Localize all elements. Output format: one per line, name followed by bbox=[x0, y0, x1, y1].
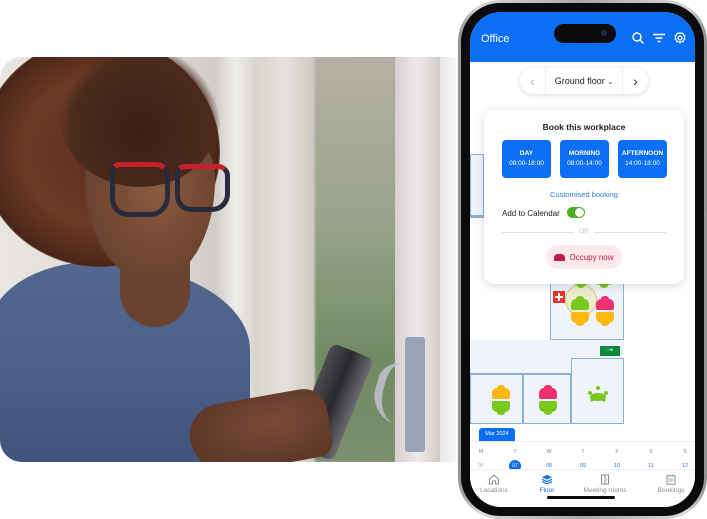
desk-reserved[interactable] bbox=[596, 312, 614, 326]
desk-selected-available[interactable] bbox=[571, 296, 589, 310]
glasses-right-lens bbox=[175, 164, 230, 212]
chevron-down-icon: ⌄ bbox=[607, 79, 614, 86]
home-indicator[interactable] bbox=[547, 496, 615, 499]
filter-icon[interactable] bbox=[652, 31, 666, 45]
customised-booking-link[interactable]: Customised booking bbox=[484, 190, 684, 199]
tab-meeting-rooms[interactable]: Meeting rooms bbox=[580, 474, 630, 494]
day-cell[interactable]: F 10 bbox=[607, 442, 627, 472]
booking-card: Book this workplace DAY 08:00-18:00 MORN… bbox=[484, 110, 684, 284]
desk-available[interactable] bbox=[539, 401, 557, 415]
month-label[interactable]: Mar 2024 bbox=[479, 428, 515, 441]
occupy-icon bbox=[554, 253, 566, 261]
tab-bookings[interactable]: Bookings bbox=[654, 474, 688, 494]
day-cell-selected[interactable]: T 07 bbox=[505, 442, 525, 472]
floor-selector: ‹ Ground floor ⌄ › bbox=[520, 68, 648, 94]
hero-photo bbox=[0, 57, 462, 462]
search-icon[interactable] bbox=[631, 31, 645, 45]
desk-available[interactable] bbox=[492, 401, 510, 415]
book-afternoon-button[interactable]: AFTERNOON 14:00-18:00 bbox=[618, 140, 667, 178]
layers-icon bbox=[541, 474, 553, 485]
glasses-left-lens bbox=[110, 162, 170, 217]
dynamic-island bbox=[554, 24, 616, 43]
or-divider: OR bbox=[502, 227, 666, 237]
desk-occupied[interactable] bbox=[596, 296, 614, 310]
marketing-composite: Office ‹ Ground floor ⌄ › ⇢ Book this wo… bbox=[0, 0, 707, 519]
map-room bbox=[470, 154, 484, 216]
app-title: Office bbox=[481, 33, 510, 45]
phone-mockup: Office ‹ Ground floor ⌄ › ⇢ Book this wo… bbox=[458, 0, 707, 519]
desk-reserved[interactable] bbox=[492, 385, 510, 399]
tab-floor[interactable]: Floor bbox=[532, 474, 562, 494]
day-cell[interactable]: M 06 bbox=[471, 442, 491, 472]
bottom-tab-bar: Locations Floor Meeting rooms Bookings bbox=[470, 469, 695, 507]
book-day-button[interactable]: DAY 08:00-18:00 bbox=[502, 140, 551, 178]
book-morning-button[interactable]: MORNING 08:00-14:00 bbox=[560, 140, 609, 178]
first-aid-icon bbox=[553, 291, 565, 303]
camera-icon bbox=[601, 30, 607, 36]
desk-occupied[interactable] bbox=[539, 385, 557, 399]
calendar-icon bbox=[666, 474, 676, 485]
emergency-exit-icon: ⇢ bbox=[600, 346, 620, 356]
desk-reserved[interactable] bbox=[571, 312, 589, 326]
day-cell[interactable]: W 08 bbox=[539, 442, 559, 472]
floor-label: Ground floor bbox=[554, 76, 605, 86]
day-cell[interactable]: S 11 bbox=[641, 442, 661, 472]
meeting-table-icon[interactable] bbox=[587, 385, 609, 403]
app-header: Office bbox=[470, 12, 695, 62]
map-room bbox=[470, 374, 523, 424]
phone-bezel: Office ‹ Ground floor ⌄ › ⇢ Book this wo… bbox=[461, 3, 704, 516]
handle-plate bbox=[405, 337, 425, 452]
tab-locations[interactable]: Locations bbox=[476, 474, 512, 494]
floor-dropdown[interactable]: Ground floor ⌄ bbox=[546, 76, 622, 86]
day-cell[interactable]: S 12 bbox=[675, 442, 695, 472]
home-icon bbox=[489, 474, 499, 485]
map-room bbox=[523, 374, 571, 424]
previous-floor-button[interactable]: ‹ bbox=[520, 68, 546, 94]
next-floor-button[interactable]: › bbox=[622, 68, 648, 94]
day-cell[interactable]: T 09 bbox=[573, 442, 593, 472]
add-to-calendar-label: Add to Calendar bbox=[502, 209, 560, 218]
occupy-now-button[interactable]: Occupy now bbox=[546, 245, 622, 269]
phone-screen: Office ‹ Ground floor ⌄ › ⇢ Book this wo… bbox=[470, 12, 695, 507]
door-icon bbox=[601, 474, 609, 485]
booking-card-title: Book this workplace bbox=[542, 122, 626, 132]
gear-icon[interactable] bbox=[673, 31, 687, 45]
add-to-calendar-toggle[interactable] bbox=[567, 207, 585, 218]
